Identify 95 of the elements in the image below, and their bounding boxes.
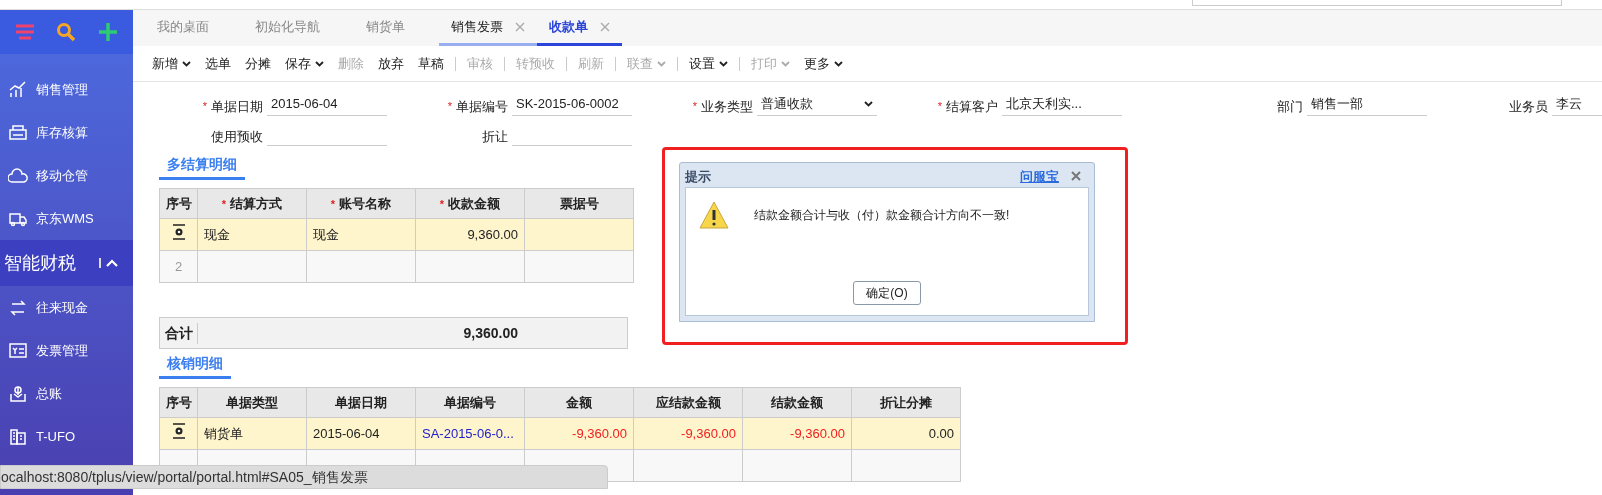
table-cell: -9,360.00 — [572, 425, 627, 441]
gear-icon[interactable] — [170, 422, 187, 439]
total-label: 合计 — [160, 322, 198, 344]
input-field[interactable]: 2015-06-04 — [267, 92, 387, 116]
select-field[interactable]: 普通收款 — [757, 92, 877, 116]
chevron-down-icon — [834, 60, 843, 67]
printer-icon — [8, 122, 28, 143]
menu-icon — [13, 23, 36, 41]
invoice-icon — [8, 340, 28, 361]
row-number: 2 — [174, 258, 183, 274]
column-header: 单据类型 — [197, 387, 307, 418]
dialog-message: 结款金额合计与收（付）款金额合计方向不一致! — [754, 207, 1010, 224]
toolbar-button[interactable]: 保存 — [278, 53, 331, 74]
toolbar-button[interactable]: 设置 — [682, 53, 735, 74]
table-cell: 9,360.00 — [467, 226, 518, 242]
chevron-down-icon — [182, 60, 191, 67]
column-header: 金额 — [524, 387, 634, 418]
ok-button[interactable]: 确定(O) — [853, 281, 921, 305]
column-header: 序号 — [159, 188, 198, 219]
ledger-icon — [8, 383, 28, 404]
input-field[interactable]: 北京天利实... — [1002, 92, 1122, 116]
search-field[interactable] — [1192, 0, 1562, 6]
chevron-down-icon — [315, 60, 324, 67]
column-header: * 账号名称 — [306, 188, 416, 219]
sidebar-item[interactable]: T-UFO — [0, 415, 133, 458]
field-label: 业务员 — [1509, 97, 1548, 116]
close-icon[interactable] — [515, 21, 525, 32]
input-field[interactable]: 销售一部 — [1307, 92, 1427, 116]
toolbar-button[interactable]: 草稿 — [411, 53, 451, 74]
section-tab[interactable]: 多结算明细 — [159, 154, 245, 180]
input-field[interactable]: SK-2015-06-0002 — [512, 92, 632, 116]
cloud-icon — [8, 165, 28, 186]
sidebar-item[interactable]: 销售管理 — [0, 68, 133, 111]
total-value: 9,360.00 — [462, 323, 518, 343]
table-cell: -9,360.00 — [790, 425, 845, 441]
required-mark: * — [447, 99, 452, 114]
sidebar-section-header[interactable]: 智能财税 — [0, 240, 133, 286]
dialog-title: 提示 — [685, 167, 711, 186]
chevron-down-icon — [864, 100, 873, 107]
help-link[interactable]: 问服宝 — [1020, 166, 1059, 186]
sidebar-item[interactable]: 往来现金 — [0, 286, 133, 329]
required-mark: * — [330, 197, 336, 210]
toolbar-button[interactable]: 分摊 — [238, 53, 278, 74]
field-label: 业务类型 — [701, 97, 753, 116]
chevron-down-icon — [657, 60, 666, 67]
close-icon[interactable] — [600, 21, 610, 32]
section-tab[interactable]: 核销明细 — [159, 353, 231, 379]
field-label: 单据日期 — [211, 97, 263, 116]
table-cell: 现金 — [204, 226, 230, 242]
table-cell: -9,360.00 — [681, 425, 736, 441]
warning-icon — [698, 200, 730, 230]
sidebar-item[interactable]: 京东WMS — [0, 197, 133, 240]
field-label: 单据编号 — [456, 97, 508, 116]
search-icon — [56, 22, 77, 42]
required-mark: * — [221, 197, 227, 210]
table-cell: 0.00 — [928, 425, 954, 441]
toolbar-button[interactable]: 新增 — [145, 53, 198, 74]
required-mark: * — [202, 99, 207, 114]
column-header: 单据编号 — [415, 387, 525, 418]
table-cell: 现金 — [313, 226, 339, 242]
plus-icon — [98, 22, 119, 42]
field-label: 使用预收 — [211, 127, 263, 146]
swap-icon — [8, 297, 28, 318]
field-label: 部门 — [1277, 97, 1303, 116]
required-mark: * — [439, 197, 445, 210]
field-label: 折让 — [482, 127, 508, 146]
column-header: 折让分摊 — [851, 387, 961, 418]
bar-chart-icon — [8, 79, 28, 100]
column-header: 结款金额 — [742, 387, 852, 418]
column-header: * 结算方式 — [197, 188, 307, 219]
status-url: ocalhost:8080/tplus/view/portal/portal.html#SA05_销售发票 — [0, 465, 608, 489]
column-header: * 收款金额 — [415, 188, 525, 219]
close-icon[interactable] — [1071, 171, 1081, 182]
chevron-down-icon — [719, 60, 728, 67]
table-cell: 销货单 — [204, 425, 243, 441]
column-header: 应结款金额 — [633, 387, 743, 418]
column-header: 票据号 — [524, 188, 634, 219]
tab[interactable]: 我的桌面 — [145, 10, 221, 46]
column-header: 单据日期 — [306, 387, 416, 418]
input-field[interactable]: 李云 — [1552, 92, 1602, 116]
gear-icon[interactable] — [170, 223, 187, 240]
chevron-down-icon — [781, 60, 790, 67]
sidebar-item[interactable]: 移动仓管 — [0, 154, 133, 197]
table-cell: 2015-06-04 — [313, 425, 380, 441]
building-icon — [8, 426, 28, 447]
toolbar-button[interactable]: 更多 — [797, 53, 850, 74]
toolbar-button[interactable]: 放弃 — [371, 53, 411, 74]
sidebar-item[interactable]: 发票管理 — [0, 329, 133, 372]
toolbar-button[interactable]: 选单 — [198, 53, 238, 74]
sidebar-item[interactable]: 库存核算 — [0, 111, 133, 154]
sidebar-item[interactable]: 总账 — [0, 372, 133, 415]
column-header: 序号 — [159, 387, 198, 418]
required-mark: * — [692, 99, 697, 114]
field-label: 结算客户 — [946, 97, 998, 116]
required-mark: * — [937, 99, 942, 114]
